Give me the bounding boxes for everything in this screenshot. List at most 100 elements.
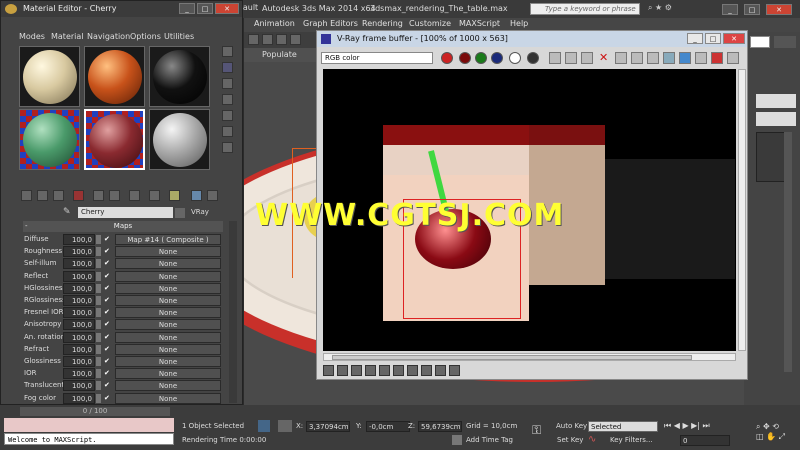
- map-slot-button[interactable]: None: [115, 270, 221, 282]
- get-material-icon[interactable]: [21, 190, 32, 201]
- map-amount-field[interactable]: 100,0: [63, 234, 95, 245]
- lut-icon[interactable]: [407, 365, 418, 376]
- material-name-dropdown[interactable]: [175, 208, 185, 218]
- key-mode-dropdown[interactable]: Selected: [588, 421, 658, 432]
- go-forward-sibling-icon[interactable]: [207, 190, 218, 201]
- redo-icon[interactable]: [262, 34, 273, 45]
- auto-key-button[interactable]: Auto Key: [556, 422, 587, 430]
- key-icon[interactable]: ⚿: [532, 423, 541, 438]
- map-slot-button[interactable]: None: [115, 380, 221, 392]
- set-key-button[interactable]: Set Key: [557, 436, 583, 444]
- map-slot-button[interactable]: None: [115, 392, 221, 404]
- clear-image-icon[interactable]: ✕: [599, 51, 608, 64]
- current-frame-field[interactable]: 0: [680, 435, 730, 446]
- show-end-result-icon[interactable]: [169, 190, 180, 201]
- map-slot-button[interactable]: None: [115, 368, 221, 380]
- modifier-list[interactable]: [756, 112, 796, 126]
- reset-map-icon[interactable]: [73, 190, 84, 201]
- make-unique-icon[interactable]: [93, 190, 104, 201]
- map-enable-checkbox[interactable]: ✔: [104, 320, 112, 329]
- object-name-field[interactable]: [756, 94, 796, 108]
- map-enable-checkbox[interactable]: ✔: [104, 296, 112, 305]
- map-enable-checkbox[interactable]: ✔: [104, 235, 112, 244]
- map-amount-field[interactable]: 100,0: [63, 380, 95, 392]
- material-name-field[interactable]: Cherry: [78, 207, 173, 218]
- menu-help[interactable]: Help: [510, 19, 528, 28]
- color-corrections-icon[interactable]: [323, 365, 334, 376]
- menu-animation[interactable]: Animation: [254, 19, 295, 28]
- cmd-scrollbar[interactable]: [784, 132, 792, 372]
- me-menu-modes[interactable]: Modes: [19, 32, 45, 41]
- map-slot-button[interactable]: Map #14 ( Composite ): [115, 234, 221, 245]
- exposure-icon[interactable]: [379, 365, 390, 376]
- sample-slot-6[interactable]: [149, 109, 210, 170]
- me-menu-navigation[interactable]: Navigation: [87, 32, 130, 41]
- levels-icon[interactable]: [351, 365, 362, 376]
- h-flip-icon[interactable]: [435, 365, 446, 376]
- background-icon[interactable]: [222, 78, 233, 89]
- vfb-close-icon[interactable]: ✕: [723, 33, 745, 44]
- time-slider[interactable]: 0 / 100: [20, 407, 170, 416]
- vfb-title-bar[interactable]: V-Ray frame buffer - [100% of 1000 x 563…: [317, 31, 747, 47]
- red-toggle-icon[interactable]: [459, 52, 471, 64]
- histogram-icon[interactable]: [421, 365, 432, 376]
- map-amount-spinner[interactable]: [96, 283, 101, 293]
- channel-dropdown[interactable]: RGB color: [321, 52, 433, 64]
- render-stop-icon[interactable]: [711, 52, 723, 64]
- map-enable-checkbox[interactable]: ✔: [104, 247, 112, 256]
- mono-channel-icon[interactable]: [527, 52, 539, 64]
- cmd-tools-icon[interactable]: [774, 36, 796, 48]
- close-icon[interactable]: ✕: [766, 4, 792, 15]
- map-amount-field[interactable]: 100,0: [63, 356, 95, 367]
- render-last-icon[interactable]: [663, 52, 675, 64]
- z-coordinate-field[interactable]: 59,6739cm: [418, 421, 462, 432]
- show-shaded-icon[interactable]: [149, 190, 160, 201]
- map-amount-field[interactable]: 100,0: [63, 307, 95, 319]
- map-amount-spinner[interactable]: [96, 393, 101, 403]
- load-image-icon[interactable]: [565, 52, 577, 64]
- cmd-dropdown[interactable]: [750, 36, 770, 48]
- map-slot-button[interactable]: None: [115, 295, 221, 306]
- map-enable-checkbox[interactable]: ✔: [104, 272, 112, 281]
- maps-rollout-header[interactable]: Maps: [23, 221, 223, 232]
- map-amount-spinner[interactable]: [96, 320, 101, 330]
- map-amount-field[interactable]: 100,0: [63, 343, 95, 355]
- stop-render-icon[interactable]: [679, 52, 691, 64]
- video-color-check-icon[interactable]: [222, 110, 233, 121]
- go-to-parent-icon[interactable]: [191, 190, 202, 201]
- map-amount-field[interactable]: 100,0: [63, 331, 95, 343]
- lock-selection-icon[interactable]: [258, 420, 270, 432]
- vfb-maximize-icon[interactable]: □: [705, 33, 721, 44]
- y-coordinate-field[interactable]: -0,0cm: [366, 421, 410, 432]
- rollout-collapse-icon[interactable]: -: [25, 222, 28, 230]
- put-material-icon[interactable]: [37, 190, 48, 201]
- me-menu-material[interactable]: Material: [51, 32, 84, 41]
- material-id-icon[interactable]: [129, 190, 140, 201]
- blue-channel-icon[interactable]: [491, 52, 503, 64]
- map-amount-spinner[interactable]: [96, 247, 101, 257]
- me-menu-utilities[interactable]: Utilities: [164, 32, 194, 41]
- link-icon[interactable]: [276, 34, 287, 45]
- map-amount-field[interactable]: 100,0: [63, 258, 95, 270]
- me-scrollbar[interactable]: [229, 221, 237, 403]
- maxscript-mini-listener[interactable]: Welcome to MAXScript.: [4, 433, 174, 445]
- backlight-icon[interactable]: [222, 62, 233, 73]
- save-image-icon[interactable]: [549, 52, 561, 64]
- me-maximize-icon[interactable]: □: [197, 3, 213, 14]
- map-enable-checkbox[interactable]: ✔: [104, 381, 112, 390]
- menu-graph-editors[interactable]: Graph Editors: [303, 19, 358, 28]
- red-channel-icon[interactable]: [441, 52, 453, 64]
- map-amount-spinner[interactable]: [96, 259, 101, 269]
- map-enable-checkbox[interactable]: ✔: [104, 259, 112, 268]
- map-slot-button[interactable]: None: [115, 319, 221, 331]
- me-menu-options[interactable]: Options: [130, 32, 161, 41]
- map-enable-checkbox[interactable]: ✔: [104, 357, 112, 366]
- green-channel-icon[interactable]: [475, 52, 487, 64]
- sample-slot-4[interactable]: [19, 109, 80, 170]
- sample-slot-1[interactable]: [19, 46, 80, 107]
- me-close-icon[interactable]: ✕: [215, 3, 239, 14]
- me-minimize-icon[interactable]: _: [179, 3, 195, 14]
- map-enable-checkbox[interactable]: ✔: [104, 333, 112, 342]
- alpha-channel-icon[interactable]: [509, 52, 521, 64]
- map-amount-spinner[interactable]: [96, 235, 101, 244]
